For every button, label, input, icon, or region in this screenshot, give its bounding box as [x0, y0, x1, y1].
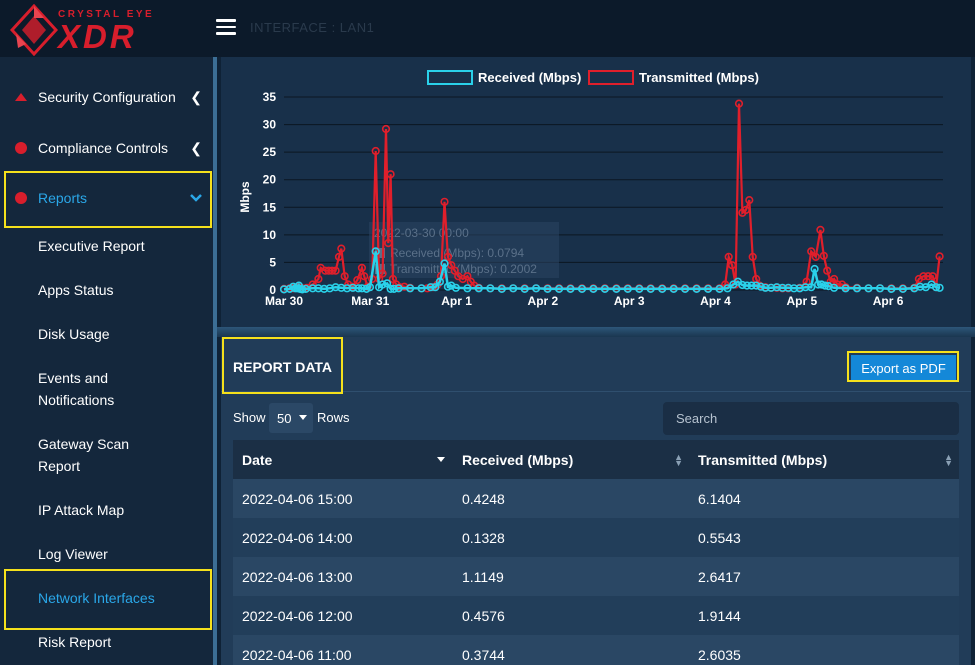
chevron-left-icon: ❮: [190, 139, 202, 156]
cell-received: 1.1149: [453, 557, 689, 596]
sidebar-subitem-disk-usage[interactable]: Disk Usage: [38, 323, 208, 345]
page-heading: INTERFACE : LAN1: [250, 20, 375, 35]
table-header-row: Date Received (Mbps) ▲ ▼ Transmitted (Mbp…: [233, 440, 959, 479]
table-row[interactable]: 2022-04-06 11:00 0.3744 2.6035: [233, 635, 959, 665]
sidebar-item-security-configuration[interactable]: Security Configuration ❮: [0, 77, 212, 117]
y-axis-label: Mbps: [238, 181, 252, 213]
sidebar-subitem-events-notifications[interactable]: Events and Notifications: [38, 367, 148, 411]
column-header-label: Received (Mbps): [462, 451, 574, 468]
sidebar-item-label: Compliance Controls: [38, 140, 168, 156]
cell-date: 2022-04-06 13:00: [233, 557, 453, 596]
cell-date: 2022-04-06 12:00: [233, 596, 453, 635]
cell-transmitted: 0.5543: [689, 518, 959, 557]
chevron-left-icon: ❮: [190, 88, 202, 105]
x-tick-label: Apr 6: [873, 294, 904, 308]
rows-per-page-value: 50: [277, 410, 292, 426]
column-header-label: Transmitted (Mbps): [698, 451, 828, 468]
x-tick-label: Apr 3: [614, 294, 645, 308]
x-tick-label: Apr 4: [700, 294, 731, 308]
sort-desc-icon: [437, 457, 445, 462]
legend-swatch: [588, 70, 634, 85]
cell-date: 2022-04-06 11:00: [233, 635, 453, 665]
x-tick-label: Mar 30: [265, 294, 303, 308]
network-chart[interactable]: Received (Mbps) Transmitted (Mbps) 35 30 25 2…: [221, 57, 971, 327]
legend-swatch: [427, 70, 473, 85]
logo-big-text: XDR: [58, 18, 137, 55]
sidebar-subitem-executive-report[interactable]: Executive Report: [38, 235, 208, 257]
cell-received: 0.4576: [453, 596, 689, 635]
column-header-transmitted[interactable]: Transmitted (Mbps) ▲ ▼: [689, 440, 959, 479]
search-input[interactable]: [663, 402, 959, 435]
tooltip-transmitted: Transmitted (Mbps): 0.2002: [390, 262, 537, 276]
highlight-box-network-interfaces: [4, 569, 212, 630]
y-tick-label: 35: [263, 90, 277, 104]
x-tick-label: Mar 31: [351, 294, 389, 308]
legend-label: Transmitted (Mbps): [639, 70, 759, 85]
sidebar-subitem-gateway-scan-report[interactable]: Gateway Scan Report: [38, 433, 148, 477]
x-tick-label: Apr 2: [528, 294, 559, 308]
report-table: Date Received (Mbps) ▲ ▼ Transmitted (Mbp…: [233, 440, 959, 665]
cell-received: 0.3744: [453, 635, 689, 665]
y-tick-label: 5: [269, 255, 276, 269]
logo-icon: [10, 4, 58, 56]
highlight-box-reports: [4, 171, 212, 228]
show-label: Show: [233, 410, 266, 425]
x-tick-label: Apr 5: [786, 294, 817, 308]
sidebar-subitem-risk-report[interactable]: Risk Report: [38, 631, 208, 653]
chart-panel: Received (Mbps) Transmitted (Mbps) 35 30 25 2…: [221, 57, 971, 327]
sidebar-border: [213, 57, 217, 665]
cell-date: 2022-04-06 14:00: [233, 518, 453, 557]
cell-transmitted: 1.9144: [689, 596, 959, 635]
circle-icon: [15, 142, 27, 154]
y-tick-label: 15: [263, 200, 277, 214]
logo[interactable]: CRYSTAL EYE XDR: [10, 4, 185, 56]
top-bar: CRYSTAL EYE XDR INTERFACE : LAN1: [0, 0, 975, 57]
sort-icon: ▲ ▼: [944, 452, 953, 468]
column-header-received[interactable]: Received (Mbps) ▲ ▼: [453, 440, 689, 479]
sidebar-item-compliance-controls[interactable]: Compliance Controls ❮: [0, 128, 212, 168]
cell-received: 0.1328: [453, 518, 689, 557]
panel-separator: [217, 327, 975, 337]
column-header-label: Date: [242, 451, 273, 468]
table-row[interactable]: 2022-04-06 15:00 0.4248 6.1404: [233, 479, 959, 518]
cell-received: 0.4248: [453, 479, 689, 518]
series-line-transmitted: [283, 103, 941, 290]
hamburger-menu-icon[interactable]: [216, 19, 236, 37]
highlight-box-report-title: [222, 337, 343, 394]
sidebar-subitem-apps-status[interactable]: Apps Status: [38, 279, 208, 301]
y-tick-label: 25: [263, 145, 277, 159]
cell-transmitted: 2.6417: [689, 557, 959, 596]
caret-down-icon: [299, 415, 307, 420]
rows-per-page-select[interactable]: 50: [269, 403, 313, 433]
rows-label: Rows: [317, 410, 350, 425]
y-tick-label: 20: [263, 173, 277, 187]
triangle-icon: [15, 93, 27, 101]
highlight-box-export: [847, 351, 959, 382]
table-row[interactable]: 2022-04-06 12:00 0.4576 1.9144: [233, 596, 959, 635]
column-header-date[interactable]: Date: [233, 440, 453, 479]
sidebar-subitem-log-viewer[interactable]: Log Viewer: [38, 543, 208, 565]
cell-date: 2022-04-06 15:00: [233, 479, 453, 518]
sidebar-item-label: Security Configuration: [38, 89, 176, 105]
cell-transmitted: 6.1404: [689, 479, 959, 518]
y-tick-label: 10: [263, 228, 277, 242]
x-tick-label: Apr 1: [441, 294, 472, 308]
y-tick-label: 30: [263, 118, 277, 132]
legend-label: Received (Mbps): [478, 70, 581, 85]
cell-transmitted: 2.6035: [689, 635, 959, 665]
sidebar-subitem-ip-attack-map[interactable]: IP Attack Map: [38, 499, 208, 521]
table-row[interactable]: 2022-04-06 14:00 0.1328 0.5543: [233, 518, 959, 557]
tooltip-received: Received (Mbps): 0.0794: [390, 246, 524, 260]
sort-icon: ▲ ▼: [674, 452, 683, 468]
table-row[interactable]: 2022-04-06 13:00 1.1149 2.6417: [233, 557, 959, 596]
